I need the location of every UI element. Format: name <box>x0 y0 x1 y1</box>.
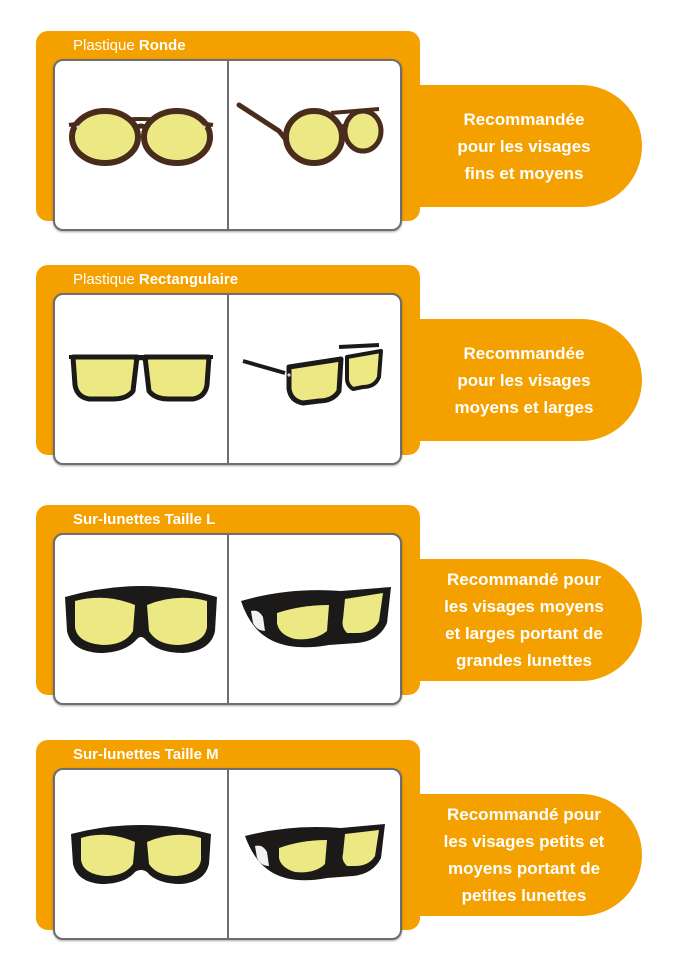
product-photos <box>53 533 402 705</box>
recommendation-text: Recommandée pour les visages moyens et l… <box>454 343 594 417</box>
product-photos <box>53 293 402 465</box>
product-title: Sur-lunettes Taille M <box>73 746 219 763</box>
rectangular-glasses-side-icon <box>229 295 400 463</box>
product-card-overglasses-l: Sur-lunettes Taille L Recommandé pour le… <box>36 505 642 705</box>
product-title: Plastique Ronde <box>73 37 186 54</box>
product-title: Sur-lunettes Taille L <box>73 511 216 528</box>
product-title: Plastique Rectangulaire <box>73 271 239 288</box>
round-glasses-side-icon <box>229 61 400 229</box>
overglasses-m-side-icon <box>229 770 400 938</box>
overglasses-l-front-icon <box>55 535 227 703</box>
rectangular-glasses-front-icon <box>55 295 227 463</box>
recommendation-text: Recommandée pour les visages fins et moy… <box>457 109 591 183</box>
product-card-rectangular: Plastique Rectangulaire Recommandée pour… <box>36 265 642 465</box>
product-card-round: Plastique Ronde Recommandée pour les vis… <box>36 31 642 231</box>
product-photos <box>53 768 402 940</box>
round-glasses-front-icon <box>55 61 227 229</box>
overglasses-l-side-icon <box>229 535 400 703</box>
product-card-overglasses-m: Sur-lunettes Taille M Recommandé pour le… <box>36 740 642 940</box>
recommendation-text: Recommandé pour les visages moyens et la… <box>444 570 604 670</box>
overglasses-m-front-icon <box>55 770 227 938</box>
product-photos <box>53 59 402 231</box>
recommendation-text: Recommandé pour les visages petits et mo… <box>443 805 605 905</box>
